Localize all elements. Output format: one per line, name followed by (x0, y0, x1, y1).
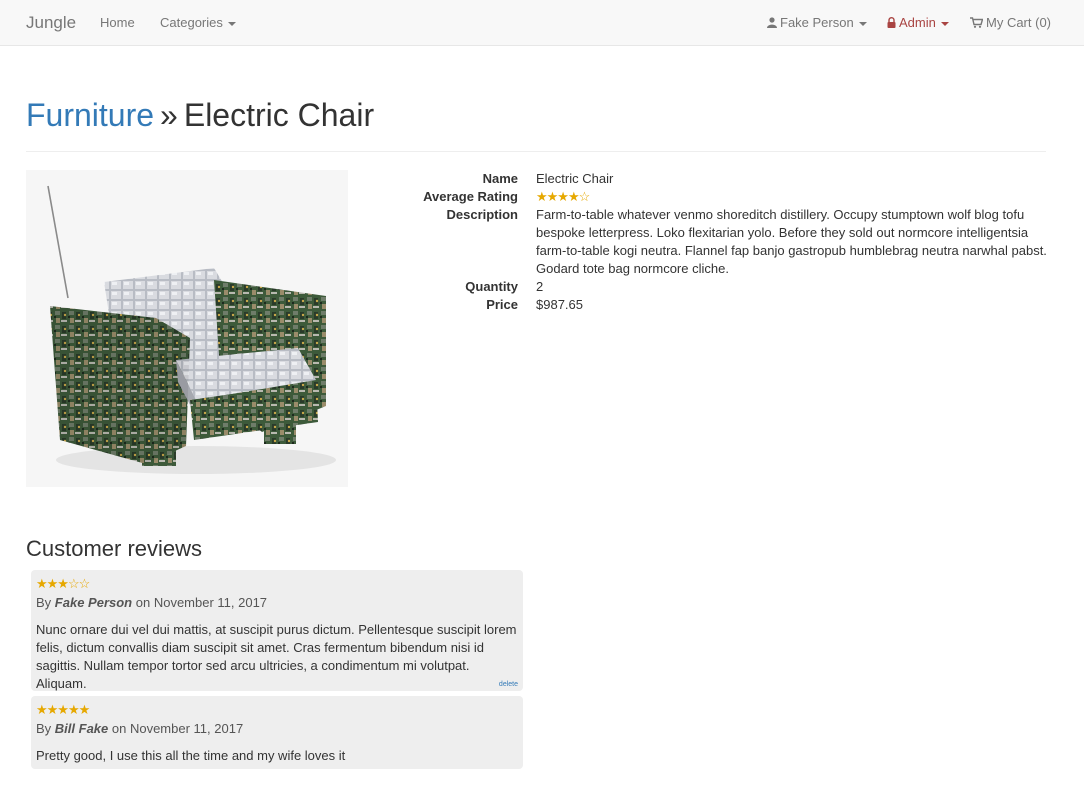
product-description: Farm-to-table whatever venmo shoreditch … (536, 207, 1047, 276)
review-card: ★★★☆☆ By Fake Person on November 11, 201… (31, 570, 523, 691)
user-icon (767, 17, 777, 28)
detail-label: Description (446, 207, 518, 222)
user-menu-dropdown[interactable]: Fake Person (767, 15, 867, 30)
review-date: on November 11, 2017 (135, 595, 268, 610)
review-card: ★★★★★ By Bill Fake on November 11, 2017 … (31, 696, 523, 769)
detail-label: Name (482, 171, 518, 186)
shopping-cart-icon (970, 17, 983, 28)
review-date: on November 11, 2017 (111, 721, 244, 736)
detail-label: Quantity (465, 279, 518, 294)
review-byline: By Fake Person on November 11, 2017 (36, 594, 518, 612)
chevron-down-icon (227, 21, 236, 26)
admin-menu-dropdown[interactable]: Admin (887, 15, 949, 30)
breadcrumb-category-link[interactable]: Furniture (26, 97, 154, 133)
product-price: $987.65 (536, 297, 583, 312)
top-navbar: Jungle Home Categories Fake Person Admin… (0, 0, 1084, 46)
product-quantity: 2 (536, 279, 544, 294)
product-image (26, 170, 348, 487)
detail-label: Average Rating (423, 189, 518, 204)
average-rating-stars: ★★★★☆ (536, 189, 590, 204)
review-author: Fake Person (54, 595, 133, 610)
admin-menu-label: Admin (899, 15, 936, 30)
product-name: Electric Chair (536, 171, 614, 186)
review-by-prefix: By (36, 595, 52, 610)
nav-categories-dropdown[interactable]: Categories (160, 15, 236, 30)
cart-link[interactable]: My Cart (0) (970, 15, 1051, 30)
breadcrumb-separator: » (160, 97, 178, 133)
user-menu-label: Fake Person (780, 15, 854, 30)
review-byline: By Bill Fake on November 11, 2017 (36, 720, 518, 738)
reviews-heading: Customer reviews (26, 536, 203, 561)
review-body: Nunc ornare dui vel dui mattis, at susci… (36, 622, 517, 691)
page-title: Furniture» Electric Chair (26, 95, 1046, 135)
review-by-prefix: By (36, 721, 52, 736)
categories-label: Categories (160, 15, 223, 30)
breadcrumb-product: Electric Chair (183, 97, 375, 133)
page-header: Furniture» Electric Chair (26, 95, 1046, 152)
lock-icon (887, 17, 896, 28)
review-author: Bill Fake (54, 721, 109, 736)
electric-chair-illustration (26, 170, 348, 487)
brand-link[interactable]: Jungle (26, 13, 76, 33)
detail-label: Price (486, 297, 518, 312)
nav-home-link[interactable]: Home (100, 15, 135, 30)
delete-review-link[interactable]: delete (499, 681, 518, 688)
chevron-down-icon (940, 21, 949, 26)
review-body: Pretty good, I use this all the time and… (36, 748, 346, 763)
review-rating-stars: ★★★★★ (36, 702, 90, 717)
review-rating-stars: ★★★☆☆ (36, 576, 90, 591)
chevron-down-icon (858, 21, 867, 26)
cart-label: My Cart (0) (986, 15, 1051, 30)
